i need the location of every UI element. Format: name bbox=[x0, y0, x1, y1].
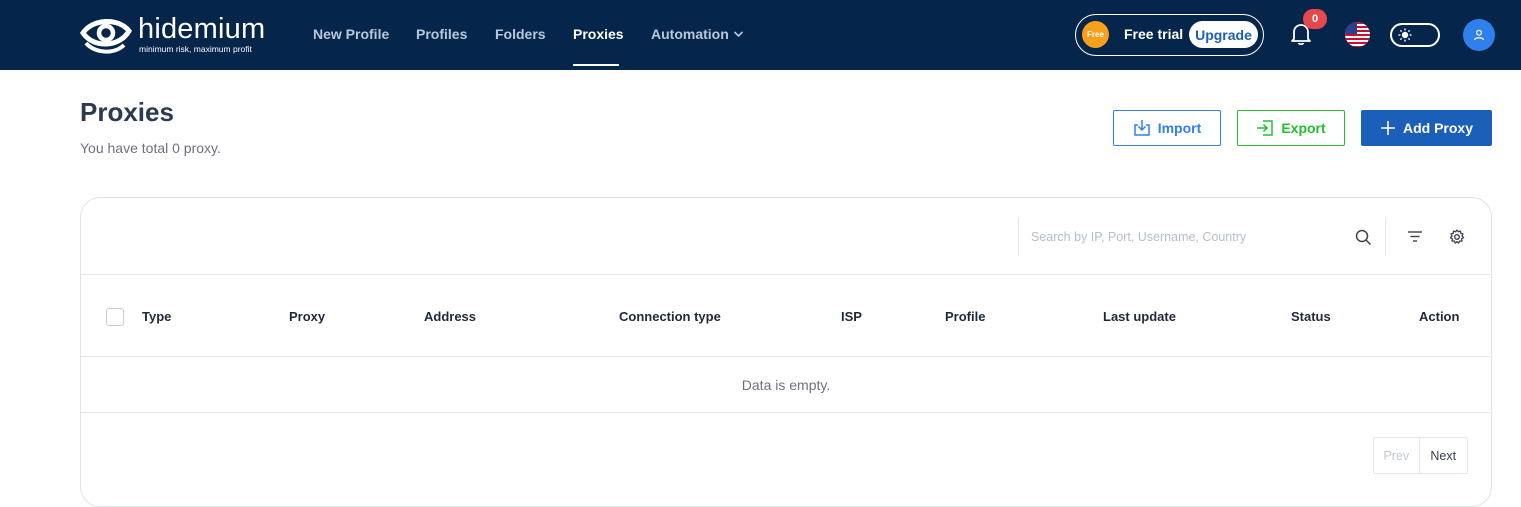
free-trial-label: Free trial bbox=[1124, 26, 1184, 42]
divider bbox=[81, 274, 1491, 275]
top-navbar: hidemium minimum risk, maximum profit Ne… bbox=[0, 0, 1521, 70]
gear-icon[interactable] bbox=[1449, 229, 1465, 245]
column-header-last-update[interactable]: Last update bbox=[1103, 309, 1176, 324]
empty-state-text: Data is empty. bbox=[741, 377, 831, 393]
add-proxy-label: Add Proxy bbox=[1402, 120, 1473, 136]
upgrade-button[interactable]: Upgrade bbox=[1189, 21, 1258, 48]
nav-profiles[interactable]: Profiles bbox=[416, 26, 467, 42]
active-nav-indicator bbox=[573, 64, 619, 66]
us-flag-icon[interactable] bbox=[1345, 22, 1370, 47]
brand-name: hidemium bbox=[138, 13, 266, 45]
column-header-isp[interactable]: ISP bbox=[841, 309, 862, 324]
divider bbox=[81, 356, 1491, 357]
theme-toggle[interactable] bbox=[1390, 23, 1440, 47]
import-label: Import bbox=[1157, 120, 1202, 136]
filter-icon[interactable] bbox=[1407, 230, 1423, 244]
divider bbox=[1018, 218, 1019, 256]
divider bbox=[1385, 218, 1386, 256]
proxies-table-card: Type Proxy Address Connection type ISP P… bbox=[80, 197, 1492, 507]
eye-logo-icon bbox=[80, 19, 132, 54]
pagination: Prev Next bbox=[1373, 437, 1468, 474]
export-button[interactable]: Export bbox=[1237, 110, 1345, 146]
next-page-button[interactable]: Next bbox=[1420, 438, 1467, 473]
column-header-address[interactable]: Address bbox=[424, 309, 476, 324]
notification-count-badge: 0 bbox=[1303, 9, 1327, 29]
search-icon[interactable] bbox=[1355, 229, 1372, 246]
sun-icon bbox=[1398, 28, 1412, 42]
brand-logo[interactable]: hidemium minimum risk, maximum profit bbox=[80, 13, 270, 57]
chevron-down-icon[interactable] bbox=[733, 30, 744, 38]
column-header-type[interactable]: Type bbox=[142, 309, 171, 324]
nav-proxies[interactable]: Proxies bbox=[573, 26, 624, 42]
column-header-profile[interactable]: Profile bbox=[945, 309, 985, 324]
user-icon bbox=[1473, 29, 1485, 41]
select-all-checkbox[interactable] bbox=[106, 308, 124, 326]
import-button[interactable]: Import bbox=[1113, 110, 1221, 146]
free-badge: Free bbox=[1082, 21, 1109, 48]
user-avatar[interactable] bbox=[1463, 19, 1495, 51]
brand-tagline: minimum risk, maximum profit bbox=[139, 44, 252, 54]
page-title: Proxies bbox=[80, 97, 174, 127]
nav-new-profile[interactable]: New Profile bbox=[313, 26, 389, 42]
nav-folders[interactable]: Folders bbox=[495, 26, 546, 42]
column-header-status[interactable]: Status bbox=[1291, 309, 1331, 324]
plus-icon bbox=[1380, 121, 1395, 135]
import-icon bbox=[1133, 120, 1150, 136]
nav-automation[interactable]: Automation bbox=[651, 26, 729, 42]
prev-page-button[interactable]: Prev bbox=[1374, 438, 1420, 473]
search-input[interactable] bbox=[1031, 223, 1331, 251]
column-header-proxy[interactable]: Proxy bbox=[289, 309, 325, 324]
export-label: Export bbox=[1281, 120, 1326, 136]
free-trial-pill: Free Free trial Upgrade bbox=[1075, 14, 1264, 56]
column-header-connection-type[interactable]: Connection type bbox=[619, 309, 721, 324]
page-subtitle: You have total 0 proxy. bbox=[80, 140, 221, 156]
add-proxy-button[interactable]: Add Proxy bbox=[1361, 110, 1492, 146]
export-icon bbox=[1257, 120, 1274, 136]
divider bbox=[81, 412, 1491, 413]
column-header-action: Action bbox=[1419, 309, 1460, 324]
